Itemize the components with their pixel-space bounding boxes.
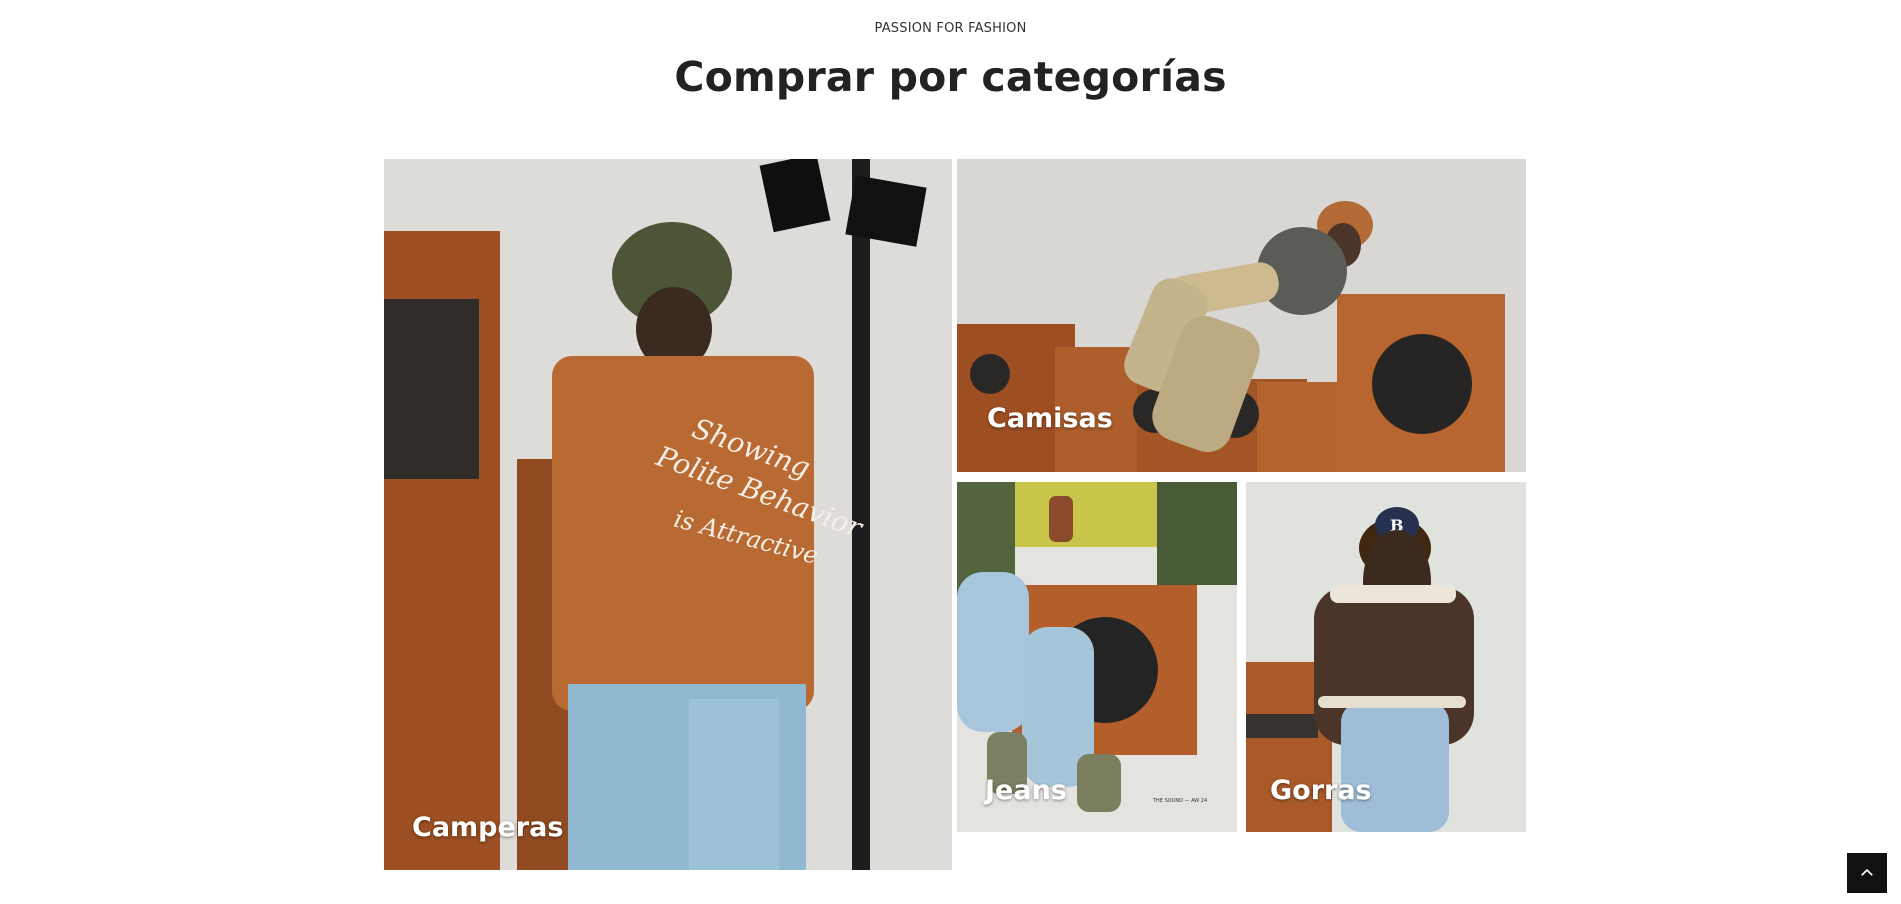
- category-tile-gorras[interactable]: B Gorras: [1246, 482, 1526, 832]
- category-label-camperas: Camperas: [412, 812, 564, 843]
- section-eyebrow: PASSION FOR FASHION: [874, 21, 1027, 36]
- category-label-gorras: Gorras: [1270, 775, 1372, 806]
- svg-text:THE SOUND — AW 24: THE SOUND — AW 24: [1152, 798, 1207, 804]
- category-section: PASSION FOR FASHION Comprar por categorí…: [0, 0, 1901, 904]
- back-to-top-button[interactable]: [1847, 853, 1887, 893]
- category-tile-camisas[interactable]: Camisas: [957, 159, 1526, 472]
- chevron-up-icon: [1861, 868, 1873, 876]
- category-tile-jeans[interactable]: THE SOUND — AW 24 Jeans: [957, 482, 1237, 832]
- category-image-camperas: Showing Polite Behavior is Attractive: [384, 159, 952, 870]
- section-title: Comprar por categorías: [674, 53, 1227, 101]
- category-label-camisas: Camisas: [987, 403, 1113, 434]
- category-tile-camperas[interactable]: Showing Polite Behavior is Attractive Ca…: [384, 159, 952, 870]
- category-label-jeans: Jeans: [985, 775, 1067, 806]
